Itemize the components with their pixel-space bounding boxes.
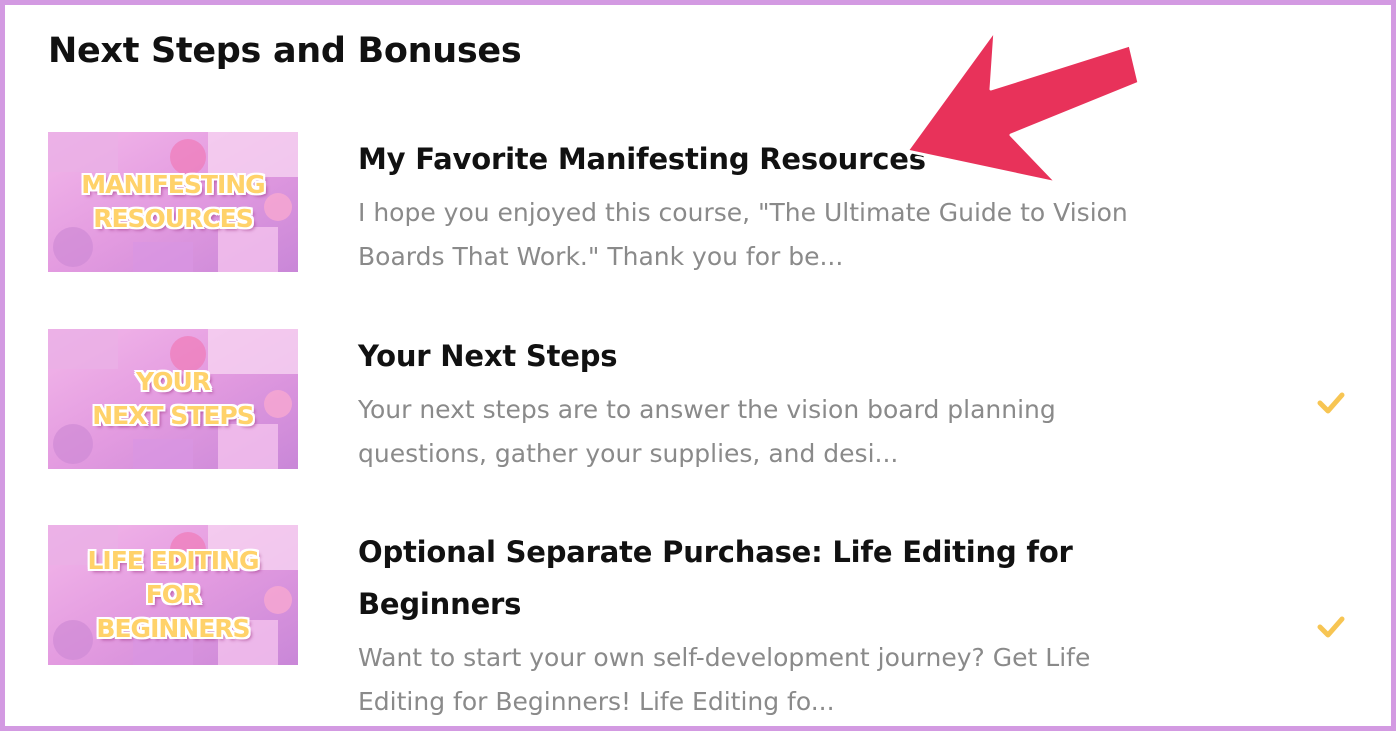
arrow-icon bbox=[905, 28, 1141, 185]
checkmark-icon bbox=[1317, 616, 1345, 638]
thumbnail-caption: LIFE EDITING FOR BEGINNERS bbox=[87, 546, 259, 643]
lesson-thumbnail[interactable]: LIFE EDITING FOR BEGINNERS bbox=[48, 525, 298, 665]
lesson-thumbnail[interactable]: YOUR NEXT STEPS bbox=[48, 329, 298, 469]
page-frame: Next Steps and Bonuses MANIFESTING RESOU… bbox=[0, 0, 1396, 731]
lesson-description: Your next steps are to answer the vision… bbox=[358, 395, 1056, 468]
lesson-description: Want to start your own self-development … bbox=[358, 643, 1091, 716]
lesson-item-life-editing[interactable]: LIFE EDITING FOR BEGINNERS Optional Sepa… bbox=[48, 525, 1358, 725]
lesson-item-manifesting-resources[interactable]: MANIFESTING RESOURCES My Favorite Manife… bbox=[48, 132, 1358, 282]
lesson-title[interactable]: Optional Separate Purchase: Life Editing… bbox=[358, 526, 1118, 630]
lesson-title[interactable]: Your Next Steps bbox=[358, 330, 1118, 382]
thumbnail-caption: MANIFESTING RESOURCES bbox=[81, 170, 265, 233]
checkmark-icon bbox=[1317, 392, 1345, 414]
lesson-item-next-steps[interactable]: YOUR NEXT STEPS Your Next Steps Your nex… bbox=[48, 329, 1358, 479]
section-title: Next Steps and Bonuses bbox=[48, 31, 522, 71]
thumbnail-caption: YOUR NEXT STEPS bbox=[92, 367, 254, 430]
lesson-thumbnail[interactable]: MANIFESTING RESOURCES bbox=[48, 132, 298, 272]
